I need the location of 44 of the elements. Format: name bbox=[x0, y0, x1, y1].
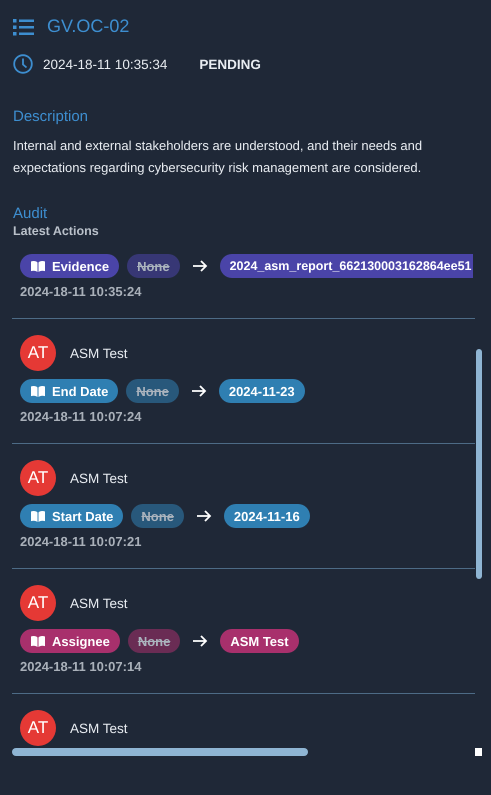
arrow-right-icon bbox=[192, 634, 208, 648]
user-name: ASM Test bbox=[70, 720, 128, 736]
clock-icon bbox=[13, 54, 33, 74]
arrow-right-icon bbox=[196, 509, 212, 523]
user-avatar: AT bbox=[20, 585, 56, 621]
arrow-right-icon bbox=[192, 259, 208, 273]
book-icon bbox=[30, 260, 46, 272]
horizontal-scrollbar[interactable] bbox=[12, 748, 308, 756]
arrow-right-icon bbox=[190, 384, 207, 398]
description-text: Internal and external stakeholders are understood, and their needs and expectations regarding cybersecurity risk management are considered. bbox=[12, 137, 424, 177]
scroll-corner bbox=[475, 748, 482, 756]
section-heading: Description bbox=[12, 108, 90, 125]
user-avatar: AT bbox=[20, 460, 56, 496]
section-heading: Audit bbox=[12, 205, 48, 222]
old-value-tag: None bbox=[126, 379, 179, 403]
new-value-tag: 2024-11-23 bbox=[218, 379, 305, 403]
subheading: Latest Actions bbox=[12, 224, 100, 238]
status-label: PENDING bbox=[199, 56, 261, 72]
action-time: 2024-18-11 10:07:14 bbox=[20, 659, 142, 674]
vertical-scrollbar[interactable] bbox=[476, 349, 482, 579]
new-value-tag: ASM Test bbox=[220, 629, 299, 653]
field-tag: Start Date bbox=[20, 504, 124, 528]
user-avatar: AT bbox=[20, 710, 56, 746]
new-value-tag: 2024-11-16 bbox=[224, 504, 310, 528]
user-name: ASM Test bbox=[70, 596, 128, 610]
user-avatar: AT bbox=[20, 335, 56, 371]
field-tag: Assignee bbox=[20, 629, 120, 653]
user-name: ASM Test bbox=[70, 346, 128, 360]
action-time: 2024-18-11 10:35:24 bbox=[20, 284, 142, 299]
old-value-tag: None bbox=[128, 629, 180, 653]
list-icon bbox=[13, 18, 35, 36]
field-tag: End Date bbox=[20, 379, 118, 403]
action-time: 2024-18-11 10:07:21 bbox=[20, 534, 142, 549]
field-tag: Evidence bbox=[20, 254, 120, 278]
user-name: ASM Test bbox=[70, 470, 128, 486]
book-icon bbox=[30, 634, 46, 648]
timestamp: 2024-18-11 10:35:34 bbox=[43, 56, 168, 72]
old-value-tag: None bbox=[131, 504, 184, 528]
book-icon bbox=[30, 384, 46, 398]
control-title: GV.OC-02 bbox=[47, 16, 130, 37]
action-time: 2024-18-11 10:07:24 bbox=[20, 409, 142, 424]
new-value-tag: 2024_asm_report_662130003162864ee51 bbox=[220, 254, 474, 278]
book-icon bbox=[30, 510, 46, 522]
old-value-tag: None bbox=[127, 254, 180, 278]
